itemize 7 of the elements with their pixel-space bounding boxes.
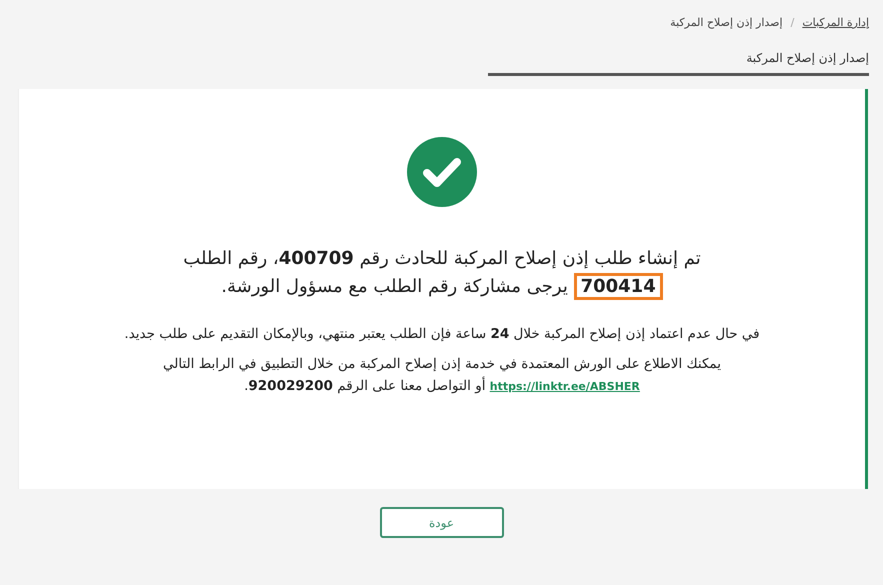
workshops-link[interactable]: https://linktr.ee/ABSHER — [490, 380, 640, 393]
success-check-icon — [407, 137, 477, 207]
page-title: إصدار إذن إصلاح المركبة — [488, 51, 869, 76]
breadcrumb-current: إصدار إذن إصلاح المركبة — [670, 16, 783, 29]
back-button[interactable]: عودة — [380, 507, 504, 538]
breadcrumb-link[interactable]: إدارة المركبات — [802, 16, 869, 29]
breadcrumb-separator: / — [790, 16, 794, 29]
